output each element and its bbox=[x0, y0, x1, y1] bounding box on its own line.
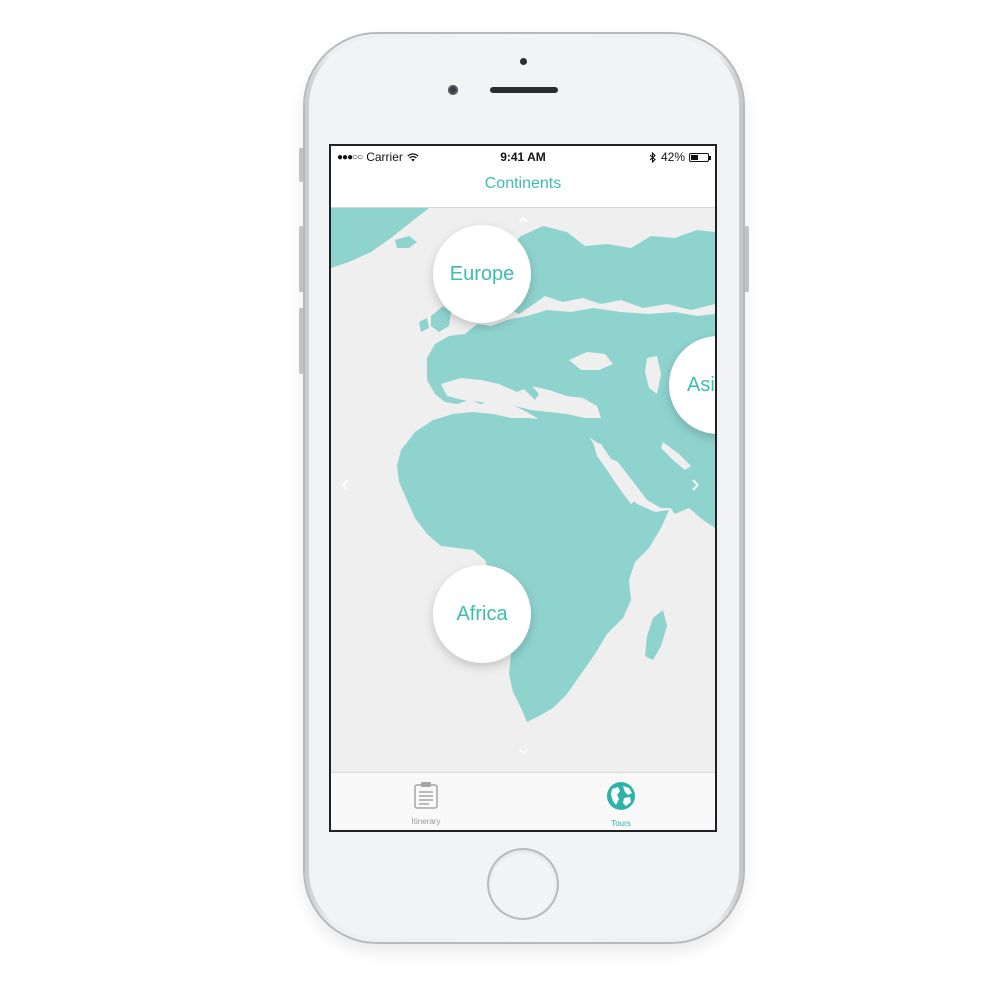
status-right: 42% bbox=[649, 150, 711, 164]
continent-bubble-europe[interactable]: Europe bbox=[433, 225, 531, 323]
scroll-right-arrow[interactable]: › bbox=[691, 470, 700, 496]
greenland-shape bbox=[331, 208, 429, 268]
proximity-sensor bbox=[520, 58, 527, 65]
mute-switch bbox=[299, 148, 304, 182]
front-camera bbox=[448, 85, 458, 95]
tab-tours[interactable]: Tours bbox=[571, 781, 671, 828]
status-bar: ●●●○○ Carrier 9:41 AM 42% bbox=[331, 146, 715, 168]
battery-percent: 42% bbox=[660, 150, 685, 164]
home-button[interactable] bbox=[489, 850, 557, 918]
madagascar-shape bbox=[645, 610, 667, 660]
tab-itinerary[interactable]: Itinerary bbox=[376, 781, 476, 826]
continent-bubble-africa[interactable]: Africa bbox=[433, 565, 531, 663]
power-button bbox=[744, 226, 749, 292]
volume-up-button bbox=[299, 226, 304, 292]
tab-tours-label: Tours bbox=[611, 819, 631, 828]
globe-icon bbox=[607, 782, 635, 810]
tab-itinerary-label: Itinerary bbox=[411, 817, 441, 826]
volume-down-button bbox=[299, 308, 304, 374]
scroll-up-arrow[interactable]: ⌃ bbox=[515, 216, 532, 236]
battery-level-fill bbox=[691, 154, 698, 160]
iceland-shape bbox=[395, 236, 417, 248]
device-stage: ●●●○○ Carrier 9:41 AM 42% Continents ⌃ ⌄… bbox=[0, 0, 1008, 1008]
bluetooth-icon bbox=[649, 151, 656, 163]
battery-icon bbox=[689, 152, 711, 162]
continent-map[interactable]: ⌃ ⌄ ‹ › Europe Asi Africa bbox=[331, 208, 715, 772]
clipboard-icon bbox=[414, 782, 438, 809]
ireland-shape bbox=[419, 318, 429, 332]
page-title: Continents bbox=[484, 175, 562, 192]
scroll-down-arrow[interactable]: ⌄ bbox=[515, 738, 532, 758]
tab-bar: Itinerary Tours bbox=[331, 772, 715, 830]
navigation-bar: Continents bbox=[331, 168, 715, 208]
scroll-left-arrow[interactable]: ‹ bbox=[341, 470, 350, 496]
phone-screen: ●●●○○ Carrier 9:41 AM 42% Continents ⌃ ⌄… bbox=[329, 144, 717, 832]
earpiece-speaker bbox=[490, 87, 558, 93]
